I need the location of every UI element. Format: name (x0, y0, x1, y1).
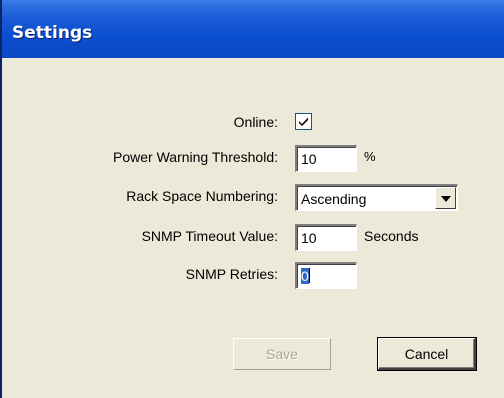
snmp-retries-value: 0 (301, 268, 309, 284)
rack-space-numbering-label: Rack Space Numbering: (126, 188, 278, 204)
rack-space-numbering-value: Ascending (301, 191, 367, 207)
text-caret (308, 268, 310, 283)
power-warning-threshold-value: 10 (301, 151, 317, 167)
settings-window: Settings Online: Power Warning Threshold… (0, 0, 504, 398)
dropdown-button[interactable] (435, 187, 456, 209)
snmp-timeout-label: SNMP Timeout Value: (141, 228, 278, 244)
online-checkbox[interactable] (295, 113, 312, 130)
snmp-timeout-input[interactable]: 10 (295, 224, 357, 251)
snmp-retries-label: SNMP Retries: (185, 266, 278, 282)
seconds-unit-label: Seconds (364, 228, 419, 244)
chevron-down-icon (441, 196, 451, 202)
power-warning-threshold-input[interactable]: 10 (295, 145, 357, 172)
save-button[interactable]: Save (233, 338, 331, 370)
snmp-retries-input[interactable]: 0 (295, 262, 357, 289)
cancel-button[interactable]: Cancel (378, 338, 476, 370)
window-title: Settings (12, 23, 93, 43)
online-label: Online: (233, 114, 278, 130)
snmp-timeout-value: 10 (301, 230, 317, 246)
title-bar[interactable]: Settings (2, 0, 504, 58)
percent-unit-label: % (364, 149, 376, 164)
checkmark-icon (299, 117, 308, 126)
power-warning-threshold-label: Power Warning Threshold: (113, 149, 278, 165)
rack-space-numbering-select[interactable]: Ascending (295, 184, 458, 211)
